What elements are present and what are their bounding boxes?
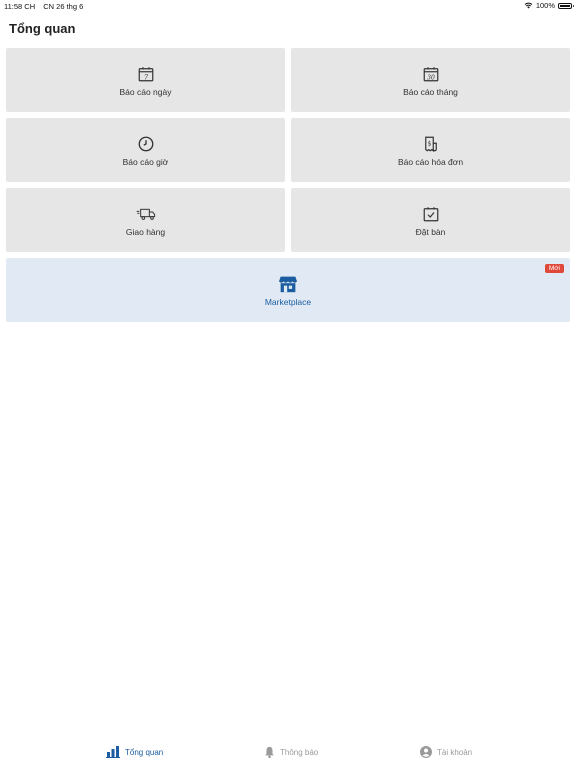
bar-chart-icon [106,746,120,758]
tab-label: Tổng quan [125,747,164,757]
tile-label: Giao hàng [125,226,166,237]
tile-label: Marketplace [264,296,312,307]
hourly-report-tile[interactable]: Báo cáo giờ [6,118,285,182]
calendar-check-icon [421,204,441,224]
tile-label: Báo cáo hóa đơn [397,156,464,167]
tab-bar: Tổng quan Thông báo Tài khoản [0,738,576,768]
delivery-truck-icon [136,204,156,224]
clock-icon [136,134,156,154]
daily-report-tile[interactable]: 7 Báo cáo ngày [6,48,285,112]
page-title: Tổng quan [9,21,76,36]
status-date: CN 26 thg 6 [43,2,84,11]
marketplace-tile[interactable]: Mới Marketplace [6,258,570,322]
tab-notifications[interactable]: Thông báo [264,746,318,758]
monthly-report-tile[interactable]: 30 Báo cáo tháng [291,48,570,112]
store-icon [278,274,298,294]
invoice-report-tile[interactable]: $ Báo cáo hóa đơn [291,118,570,182]
svg-text:30: 30 [427,74,435,81]
receipt-icon: $ [421,134,441,154]
svg-text:$: $ [427,140,431,147]
tab-label: Tài khoản [437,747,473,757]
delivery-tile[interactable]: Giao hàng [6,188,285,252]
status-time: 11:58 CH [4,2,36,11]
bell-icon [265,746,274,758]
tab-overview[interactable]: Tổng quan [106,746,163,758]
wifi-icon [524,2,533,9]
svg-text:7: 7 [143,73,148,81]
calendar-day-icon: 7 [136,64,156,84]
tile-label: Báo cáo ngày [119,86,172,97]
tile-label: Báo cáo tháng [403,86,458,97]
calendar-month-icon: 30 [421,64,441,84]
report-grid: 7 Báo cáo ngày 30 Báo cáo tháng Báo cáo … [6,48,570,322]
battery-icon [558,2,574,9]
tile-label: Báo cáo giờ [122,156,169,167]
tab-account[interactable]: Tài khoản [420,746,472,758]
battery-percent: 100% [535,1,555,10]
tile-label: Đặt bàn [415,226,446,237]
new-badge: Mới [544,264,564,273]
table-booking-tile[interactable]: Đặt bàn [291,188,570,252]
status-bar: 11:58 CH CN 26 thg 6 100% [0,0,576,12]
account-circle-icon [420,746,432,758]
tab-label: Thông báo [280,747,319,757]
